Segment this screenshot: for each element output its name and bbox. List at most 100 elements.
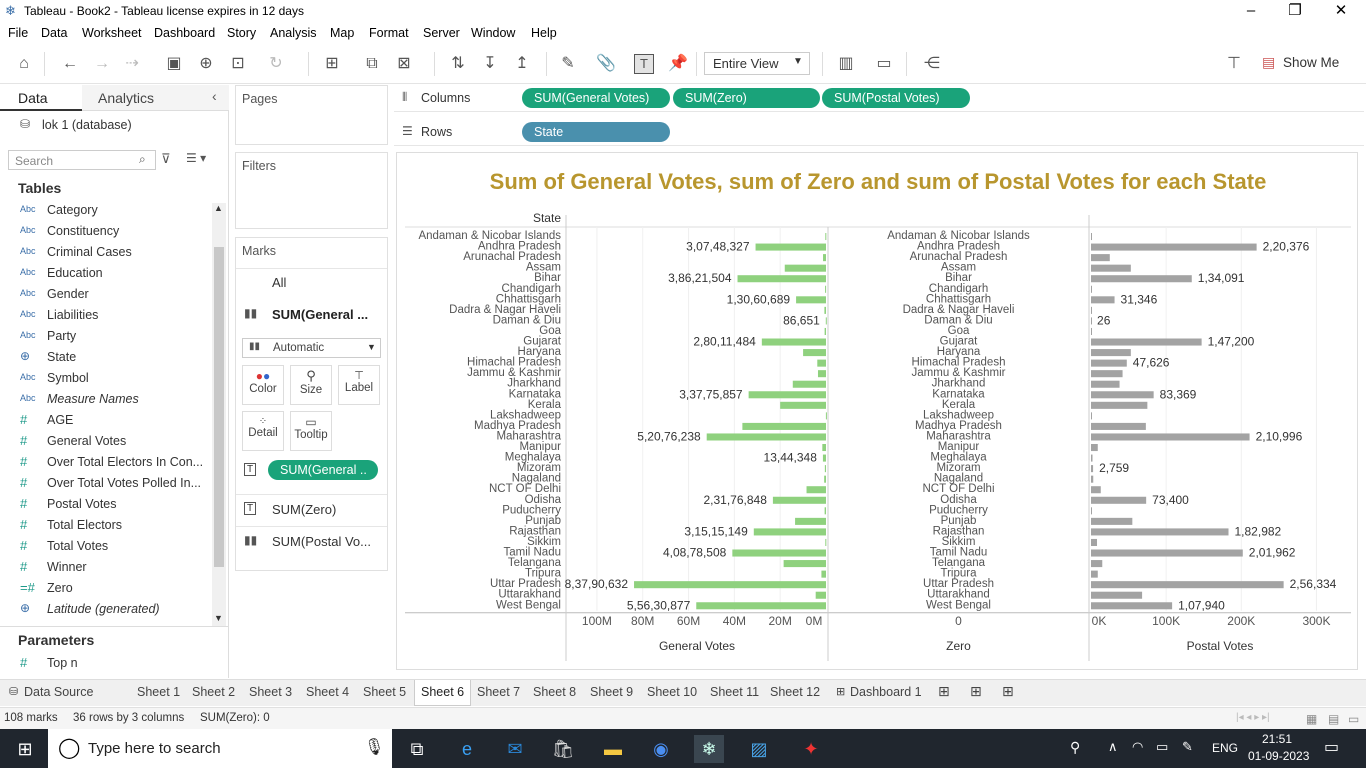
bar-postal-votes[interactable] [1091,391,1154,399]
menu-help[interactable]: Help [531,26,557,40]
sort-descending-icon[interactable]: ↥ [510,52,534,76]
bar-general-votes[interactable] [824,306,826,314]
show-hidden-icons[interactable]: ∧ [1108,739,1118,755]
field-age[interactable]: # AGE [0,411,210,432]
bar-general-votes[interactable] [824,465,826,473]
bar-general-votes[interactable] [806,486,826,494]
bar-general-votes[interactable] [737,275,826,283]
microphone-icon[interactable]: 🎙 [364,737,384,757]
sheet-tab-sheet-10[interactable]: Sheet 10 [647,685,697,699]
sheet-tab-sheet-1[interactable]: Sheet 1 [137,685,180,699]
new-story-tab-icon[interactable]: ⊞ [1002,683,1014,700]
bar-postal-votes[interactable] [1091,349,1131,357]
label-pill[interactable]: SUM(General .. [268,460,378,480]
detail-button[interactable]: ⁘ Detail [242,411,284,451]
field-total-votes[interactable]: # Total Votes [0,537,210,558]
new-worksheet-tab-icon[interactable]: ⊞ [938,683,950,700]
field-winner[interactable]: # Winner [0,558,210,579]
duplicate-sheet-icon[interactable]: ⧉ [360,52,384,76]
rows-pill-state[interactable]: State [522,122,670,142]
tableau-taskbar-icon[interactable]: ❄ [694,735,724,763]
bar-general-votes[interactable] [825,538,827,546]
scroll-up-icon[interactable]: ▲ [214,203,223,213]
minimize-button[interactable]: – [1228,0,1274,24]
show-labels-icon[interactable]: T [634,54,654,74]
undo-icon[interactable]: ← [58,52,82,76]
menu-file[interactable]: File [8,26,28,40]
marks-zero-item[interactable]: T SUM(Zero) [236,494,387,524]
bar-postal-votes[interactable] [1091,338,1202,346]
field-category[interactable]: Abc Category [0,201,210,222]
bar-postal-votes[interactable] [1091,496,1147,504]
clear-sheet-icon[interactable]: ⊠ [392,52,416,76]
home-icon[interactable]: ⌂ [12,52,36,76]
bar-postal-votes[interactable] [1091,296,1115,304]
pages-card[interactable]: Pages [235,85,388,145]
columns-pill-general-votes[interactable]: SUM(General Votes) [522,88,670,108]
bar-general-votes[interactable] [761,338,826,346]
people-icon[interactable]: ⚲ [1070,739,1080,756]
bar-postal-votes[interactable] [1091,433,1250,441]
filters-card[interactable]: Filters [235,152,388,229]
bar-general-votes[interactable] [825,317,827,325]
bar-general-votes[interactable] [824,327,826,335]
bar-postal-votes[interactable] [1091,401,1148,409]
bar-general-votes[interactable] [634,581,826,589]
share-icon[interactable]: ⋲ [920,52,944,76]
bar-postal-votes[interactable] [1091,422,1146,430]
bar-postal-votes[interactable] [1091,243,1257,251]
network-icon[interactable]: ◠ [1132,739,1143,755]
notifications-icon[interactable]: ▭ [1324,737,1339,757]
rows-shelf[interactable]: ☰ Rows State [394,119,1364,146]
language-indicator[interactable]: ENG [1212,741,1238,755]
field-criminal-cases[interactable]: Abc Criminal Cases [0,243,210,264]
dashboard-tab[interactable]: Dashboard 1 [850,685,922,699]
field-state[interactable]: ⊕ State [0,348,210,369]
restore-button[interactable]: ❐ [1272,0,1318,24]
highlight-icon[interactable]: ✎ [556,52,580,76]
scroll-thumb[interactable] [214,247,224,567]
bar-general-votes[interactable] [696,602,826,610]
bar-postal-votes[interactable] [1091,528,1229,536]
bar-postal-votes[interactable] [1091,486,1101,494]
marks-postal-item[interactable]: ▮▮ SUM(Postal Vo... [236,526,387,556]
menu-window[interactable]: Window [471,26,515,40]
bar-postal-votes[interactable] [1091,602,1173,610]
bar-postal-votes[interactable] [1091,370,1123,378]
bar-postal-votes[interactable] [1091,560,1103,568]
view-fit-select[interactable]: Entire View ▼ [704,52,810,75]
bar-postal-votes[interactable] [1091,380,1120,388]
bar-postal-votes[interactable] [1091,549,1243,557]
swap-icon[interactable]: ⇅ [446,52,470,76]
sheet-tab-sheet-7[interactable]: Sheet 7 [477,685,520,699]
menu-format[interactable]: Format [369,26,409,40]
field-gender[interactable]: Abc Gender [0,285,210,306]
sheet-tab-sheet-3[interactable]: Sheet 3 [249,685,292,699]
close-button[interactable]: ✕ [1318,0,1364,24]
scroll-down-icon[interactable]: ▼ [214,613,223,623]
search-input[interactable]: Search ⌕ [8,150,156,170]
bar-general-votes[interactable] [803,349,826,357]
sheet-tab-sheet-6[interactable]: Sheet 6 [414,680,472,706]
bar-general-votes[interactable] [742,422,826,430]
field-latitude-generated[interactable]: ⊕ Latitude (generated) [0,600,210,621]
new-worksheet-icon[interactable]: ⊞ [320,52,344,76]
sheet-tab-sheet-8[interactable]: Sheet 8 [533,685,576,699]
sheet-tab-sheet-12[interactable]: Sheet 12 [770,685,820,699]
bar-postal-votes[interactable] [1091,591,1143,599]
menu-worksheet[interactable]: Worksheet [82,26,142,40]
field-list-scrollbar[interactable]: ▲ ▼ [212,203,226,627]
menu-map[interactable]: Map [330,26,354,40]
bar-postal-votes[interactable] [1091,275,1192,283]
bar-general-votes[interactable] [755,243,826,251]
bar-general-votes[interactable] [796,296,826,304]
bar-general-votes[interactable] [825,285,827,293]
sheet-tab-sheet-4[interactable]: Sheet 4 [306,685,349,699]
marks-all-item[interactable]: All [236,268,387,294]
file-explorer-icon[interactable]: ▬ [598,735,628,763]
bar-postal-votes[interactable] [1091,233,1092,241]
bar-postal-votes[interactable] [1091,454,1093,462]
bar-postal-votes[interactable] [1091,570,1098,578]
sheet-tab-sheet-2[interactable]: Sheet 2 [192,685,235,699]
bar-general-votes[interactable] [822,444,826,452]
